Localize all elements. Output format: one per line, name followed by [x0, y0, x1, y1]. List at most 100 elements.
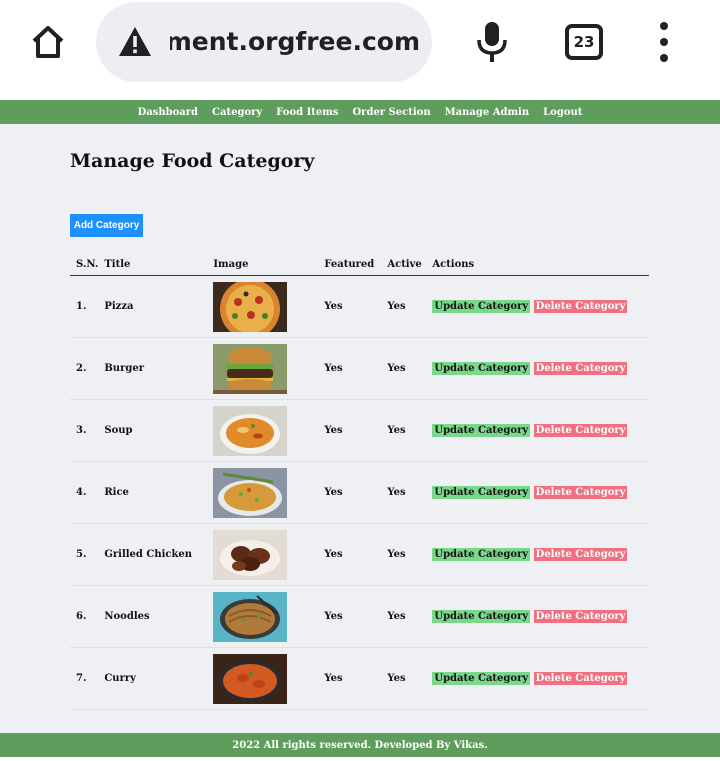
- cell-actions: Update Category Delete Category: [426, 647, 649, 710]
- cell-title: Pizza: [98, 275, 208, 338]
- cell-title: Soup: [98, 399, 208, 462]
- table-row: 3. Soup Yes Yes Update Category Delete C…: [70, 399, 649, 462]
- cell-actions: Update Category Delete Category: [426, 337, 649, 400]
- footer-text: 2022 All rights reserved. Developed By V…: [232, 739, 488, 751]
- menu-dot: [660, 54, 668, 62]
- category-table: S.N. Title Image Featured Active Actions…: [70, 253, 649, 710]
- update-category-button[interactable]: Update Category: [432, 548, 531, 561]
- footer: 2022 All rights reserved. Developed By V…: [0, 733, 720, 757]
- soup-image: [213, 405, 288, 456]
- delete-category-button[interactable]: Delete Category: [533, 362, 628, 375]
- update-category-button[interactable]: Update Category: [432, 672, 531, 685]
- cell-sn: 5.: [70, 523, 99, 586]
- cell-actions: Update Category Delete Category: [426, 461, 649, 524]
- delete-category-button[interactable]: Delete Category: [533, 672, 628, 685]
- cell-featured: Yes: [318, 523, 382, 586]
- update-category-button[interactable]: Update Category: [432, 300, 531, 313]
- cell-active: Yes: [381, 523, 427, 586]
- cell-image: [207, 585, 319, 648]
- url-text[interactable]: management.orgfree.com: [170, 22, 420, 62]
- cell-active: Yes: [381, 337, 427, 400]
- delete-category-button[interactable]: Delete Category: [533, 486, 628, 499]
- home-icon: [32, 26, 64, 58]
- nav-order-section[interactable]: Order Section: [352, 107, 430, 118]
- header-title: Title: [98, 253, 208, 276]
- grilled-chicken-image: [213, 529, 288, 580]
- cell-sn: 7.: [70, 647, 99, 710]
- header-sn: S.N.: [70, 253, 99, 276]
- home-button[interactable]: [24, 18, 72, 66]
- main-nav: Dashboard Category Food Items Order Sect…: [0, 100, 720, 124]
- tab-switcher-button[interactable]: 23: [565, 24, 603, 60]
- table-row: 4. Rice Yes Yes Update Category Delete C…: [70, 461, 649, 524]
- cell-title: Noodles: [98, 585, 208, 648]
- nav-category[interactable]: Category: [212, 107, 262, 118]
- cell-featured: Yes: [318, 461, 382, 524]
- table-row: 5. Grilled Chicken Yes Yes Update Catego…: [70, 523, 649, 586]
- update-category-button[interactable]: Update Category: [432, 610, 531, 623]
- menu-dot: [660, 22, 668, 30]
- mic-button[interactable]: [470, 18, 514, 66]
- menu-dot: [660, 38, 668, 46]
- table-row: 2. Burger Yes Yes Update Category Delete…: [70, 337, 649, 400]
- table-row: 7. Curry Yes Yes Update Category Delete …: [70, 647, 649, 710]
- nav-dashboard[interactable]: Dashboard: [138, 107, 198, 118]
- burger-image: [213, 343, 288, 394]
- header-active: Active: [381, 253, 427, 276]
- delete-category-button[interactable]: Delete Category: [533, 548, 628, 561]
- cell-title: Grilled Chicken: [98, 523, 208, 586]
- header-actions: Actions: [426, 253, 649, 276]
- page-title: Manage Food Category: [70, 150, 315, 172]
- main-content: Manage Food Category Add Category S.N. T…: [0, 124, 720, 733]
- delete-category-button[interactable]: Delete Category: [533, 300, 628, 313]
- mic-icon: [477, 22, 507, 62]
- cell-featured: Yes: [318, 275, 382, 338]
- warning-icon[interactable]: [118, 25, 152, 59]
- cell-sn: 6.: [70, 585, 99, 648]
- cell-title: Burger: [98, 337, 208, 400]
- cell-active: Yes: [381, 399, 427, 462]
- nav-manage-admin[interactable]: Manage Admin: [445, 107, 530, 118]
- cell-featured: Yes: [318, 337, 382, 400]
- cell-image: [207, 523, 319, 586]
- delete-category-button[interactable]: Delete Category: [533, 610, 628, 623]
- cell-sn: 4.: [70, 461, 99, 524]
- cell-title: Rice: [98, 461, 208, 524]
- cell-active: Yes: [381, 461, 427, 524]
- cell-featured: Yes: [318, 585, 382, 648]
- more-vert-icon[interactable]: [652, 22, 676, 62]
- cell-image: [207, 337, 319, 400]
- cell-actions: Update Category Delete Category: [426, 275, 649, 338]
- delete-category-button[interactable]: Delete Category: [533, 424, 628, 437]
- noodles-image: [213, 591, 288, 642]
- cell-image: [207, 647, 319, 710]
- cell-featured: Yes: [318, 647, 382, 710]
- address-bar[interactable]: management.orgfree.com: [96, 2, 432, 82]
- header-image: Image: [207, 253, 319, 276]
- nav-food-items[interactable]: Food Items: [276, 107, 338, 118]
- browser-toolbar: management.orgfree.com 23: [0, 0, 720, 98]
- cell-title: Curry: [98, 647, 208, 710]
- update-category-button[interactable]: Update Category: [432, 486, 531, 499]
- cell-image: [207, 461, 319, 524]
- cell-image: [207, 275, 319, 338]
- cell-image: [207, 399, 319, 462]
- curry-image: [213, 653, 288, 704]
- cell-featured: Yes: [318, 399, 382, 462]
- cell-actions: Update Category Delete Category: [426, 523, 649, 586]
- cell-active: Yes: [381, 275, 427, 338]
- cell-actions: Update Category Delete Category: [426, 585, 649, 648]
- update-category-button[interactable]: Update Category: [432, 362, 531, 375]
- rice-image: [213, 467, 288, 518]
- cell-active: Yes: [381, 585, 427, 648]
- table-row: 1. Pizza Yes Yes Update Category Delete …: [70, 275, 649, 338]
- nav-logout[interactable]: Logout: [543, 107, 582, 118]
- header-featured: Featured: [318, 253, 382, 276]
- add-category-button[interactable]: Add Category: [70, 214, 143, 237]
- cell-actions: Update Category Delete Category: [426, 399, 649, 462]
- table-header-row: S.N. Title Image Featured Active Actions: [70, 253, 649, 276]
- cell-sn: 3.: [70, 399, 99, 462]
- table-row: 6. Noodles Yes Yes Update Category Delet…: [70, 585, 649, 648]
- update-category-button[interactable]: Update Category: [432, 424, 531, 437]
- cell-sn: 1.: [70, 275, 99, 338]
